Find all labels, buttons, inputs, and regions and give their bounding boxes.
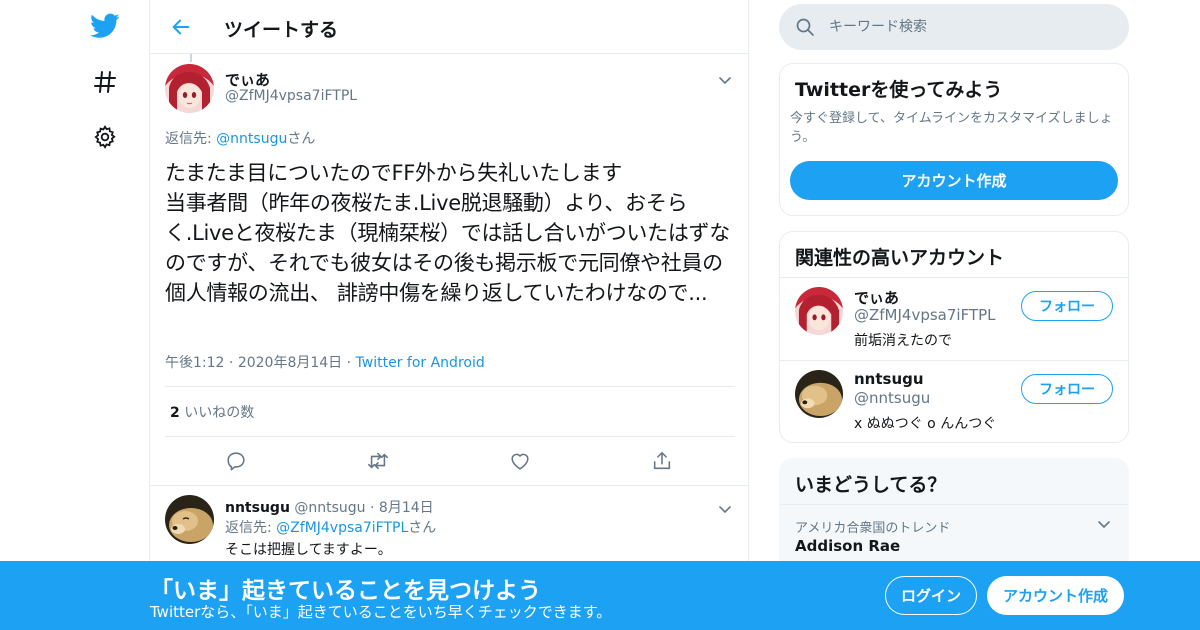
signup-card: Twitterを使ってみよう 今すぐ登録して、タイムラインをカスタマイズしましょ… <box>779 63 1129 216</box>
tweet-text: たまたま目についたのでFF外から失礼いたします 当事者間（昨年の夜桜たま.Liv… <box>165 161 730 305</box>
account-handle[interactable]: @ZfMJ4vpsa7iFTPL <box>854 306 996 324</box>
account-bio: x ぬぬつぐ o んんつぐ <box>854 416 997 432</box>
follow-button[interactable]: フォロー <box>1021 291 1113 321</box>
reply-prefix: 返信先: <box>225 520 277 536</box>
divider <box>780 504 1128 505</box>
reply-suffix: さん <box>287 131 316 147</box>
account-row[interactable]: でぃあ @ZfMJ4vpsa7iFTPL 前垢消えたので フォロー <box>780 277 1128 360</box>
avatar[interactable] <box>795 370 843 418</box>
signup-card-text: 今すぐ登録して、タイムラインをカスタマイズしましょう。 <box>790 111 1113 145</box>
reply-mention-link[interactable]: @ZfMJ4vpsa7iFTPL <box>276 520 408 536</box>
signup-card-title: Twitterを使ってみよう <box>795 79 1003 101</box>
create-account-button[interactable]: アカウント作成 <box>790 161 1118 200</box>
trends-card-title: いまどうしてる？ <box>795 474 947 496</box>
heart-icon[interactable] <box>507 448 533 474</box>
tweet-metadata: 午後1:12 · 2020年8月14日 · Twitter for Androi… <box>165 355 485 371</box>
reply-author-name[interactable]: nntsugu <box>225 500 290 516</box>
reply-author-handle[interactable]: @nntsugu <box>294 500 365 516</box>
follow-button[interactable]: フォロー <box>1021 374 1113 404</box>
reply-header: nntsugu @nntsugu · 8月14日 <box>225 500 434 516</box>
reply-prefix: 返信先: <box>165 131 217 147</box>
reply-date[interactable]: 8月14日 <box>379 500 434 516</box>
search-bar[interactable] <box>779 4 1129 50</box>
retweet-icon[interactable] <box>365 448 391 474</box>
likes-count[interactable]: 2 いいねの数 <box>170 402 254 422</box>
reply-suffix: さん <box>408 520 437 536</box>
trend-location: アメリカ合衆国のトレンド <box>795 521 951 536</box>
tweet-date[interactable]: 2020年8月14日 <box>238 355 342 371</box>
chevron-down-icon[interactable] <box>715 499 735 519</box>
trends-card: いまどうしてる？ アメリカ合衆国のトレンド Addison Rae <box>779 458 1129 578</box>
account-name[interactable]: nntsugu <box>854 370 924 388</box>
account-bio: 前垢消えたので <box>854 333 952 349</box>
divider <box>165 436 735 437</box>
reply-icon[interactable] <box>223 448 249 474</box>
chevron-down-icon[interactable] <box>1094 515 1114 535</box>
banner-title: 「いま」起きていることを見つけよう <box>150 578 541 604</box>
search-icon <box>795 17 815 37</box>
trend-name[interactable]: Addison Rae <box>795 537 900 555</box>
search-input[interactable] <box>829 16 1109 38</box>
avatar[interactable] <box>165 495 214 544</box>
reply-text: そこは把握してますよー。 <box>225 542 392 558</box>
page-header: ツイートする <box>150 0 748 54</box>
likes-label: いいねの数 <box>184 405 255 421</box>
banner-subtitle: Twitterなら、「いま」起きていることをいち早くチェックできます。 <box>150 603 612 621</box>
signup-button[interactable]: アカウント作成 <box>987 576 1124 615</box>
avatar[interactable] <box>795 287 843 335</box>
avatar[interactable] <box>165 64 214 113</box>
page-title: ツイートする <box>224 19 339 41</box>
signup-banner: 「いま」起きていることを見つけよう Twitterなら、「いま」起きていることを… <box>0 561 1200 630</box>
related-card-title: 関連性の高いアカウント <box>795 247 1005 269</box>
author-handle[interactable]: @ZfMJ4vpsa7iFTPL <box>225 88 357 104</box>
main-column: ツイートする でぃあ @ZfMJ4vpsa7iFTPL 返信先: @nntsug… <box>149 0 749 630</box>
divider <box>165 386 735 387</box>
arrow-left-icon[interactable] <box>166 12 196 42</box>
tweet-source-link[interactable]: Twitter for Android <box>356 355 485 371</box>
thread-connector-line <box>190 54 192 62</box>
share-icon[interactable] <box>649 448 675 474</box>
account-handle[interactable]: @nntsugu <box>854 389 930 407</box>
tweet-time[interactable]: 午後1:12 <box>165 355 224 371</box>
hashtag-icon[interactable] <box>87 64 123 100</box>
account-row[interactable]: nntsugu @nntsugu x ぬぬつぐ o んんつぐ フォロー <box>780 360 1128 442</box>
gear-icon[interactable] <box>87 119 123 155</box>
divider <box>150 485 748 486</box>
reply-mention-link[interactable]: @nntsugu <box>216 131 287 147</box>
likes-number: 2 <box>170 405 180 421</box>
left-nav <box>80 0 130 630</box>
reply-context: 返信先: @ZfMJ4vpsa7iFTPLさん <box>225 517 436 537</box>
reply-context: 返信先: @nntsuguさん <box>165 128 315 148</box>
related-accounts-card: 関連性の高いアカウント でぃあ @ZfMJ4vpsa7iFTPL 前垢消えたので… <box>779 231 1129 443</box>
tweet-actions <box>165 448 735 474</box>
twitter-bird-icon[interactable] <box>87 8 123 44</box>
account-name[interactable]: でぃあ <box>854 287 899 308</box>
login-button[interactable]: ログイン <box>885 576 977 615</box>
chevron-down-icon[interactable] <box>715 70 735 90</box>
author-name[interactable]: でぃあ <box>225 69 270 90</box>
